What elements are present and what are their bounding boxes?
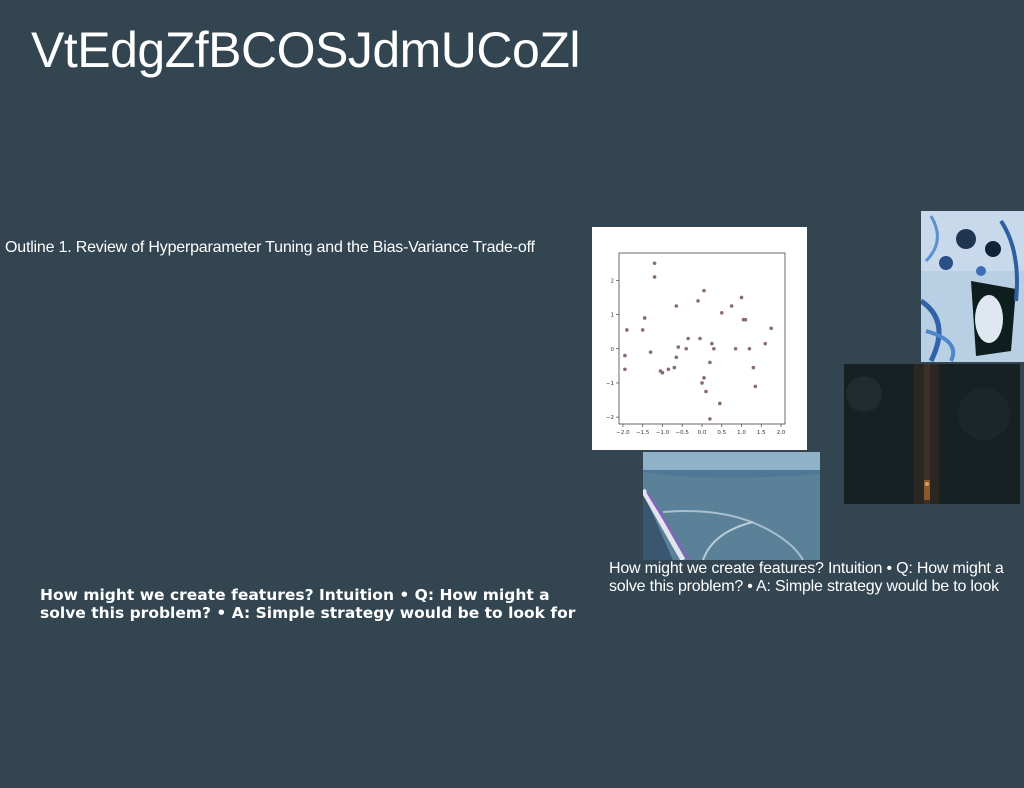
scatter-point [719,311,724,315]
scatter-point [652,275,657,279]
scatter-point [704,389,708,394]
scatter-point [660,370,665,375]
scatter-point [648,350,653,354]
scatter-point [696,299,700,303]
blue-ribbons-photo-art [921,211,1024,362]
y-tick-label: 0 [611,347,615,353]
scatter-plot-image: −2.0 −1.5 −1.0 −0.5 0.0 0.5 1.0 1.5 2.0 −2 −1 0 1 2 [592,227,807,450]
scatter-point [753,384,758,389]
x-tick-label: −0.5 [676,430,690,436]
aerial-landscape-photo-art [643,452,820,560]
scatter-point [698,336,702,341]
scatter-point [708,417,712,421]
x-tick-label: 0.0 [698,430,707,436]
scatter-point [623,367,627,372]
scatter-point [729,304,734,308]
x-tick-label: −1.5 [636,430,650,436]
scatter-point [666,367,671,372]
scatter-point [623,353,627,358]
photo-aerial-landscape [643,452,820,560]
scatter-point [743,317,748,322]
scatter-point [686,336,690,341]
scatter-point [702,288,706,293]
scatter-point [708,360,712,365]
scatter-point [717,401,722,406]
scatter-point [642,316,647,320]
caption-right: How might we create features? Intuition … [609,560,1004,595]
y-tick-label: 1 [611,313,615,319]
scatter-plot: −2.0 −1.5 −1.0 −0.5 0.0 0.5 1.0 1.5 2.0 −2 −1 0 1 2 [606,252,786,436]
night-road-photo-art [844,364,1020,504]
scatter-point [684,346,688,351]
scatter-point [672,365,677,370]
scatter-point [769,326,773,331]
outline-text: Outline 1. Review of Hyperparameter Tuni… [5,239,535,256]
x-tick-label: 1.0 [737,430,746,436]
scatter-point [710,341,714,346]
slide-title: VtEdgZfBCOSJdmUCoZl [31,22,580,78]
photo-night-road [844,364,1020,504]
scatter-point [676,345,681,349]
scatter-point [700,381,704,385]
scatter-point [763,341,768,346]
photo-blue-ribbons [921,211,1024,362]
x-tick-label: −2.0 [616,430,630,436]
scatter-point [652,261,657,266]
scatter-point [640,328,645,332]
x-tick-label: −1.0 [656,430,670,436]
x-tick-label: 2.0 [777,430,786,436]
scatter-point [702,376,706,380]
scatter-point [751,365,756,370]
scatter-point [674,355,679,360]
scatter-point [625,328,629,332]
plot-frame [618,252,786,425]
y-tick-label: 2 [611,278,615,284]
caption-bold: How might we create features? Intuition … [40,586,576,622]
scatter-point [739,295,744,300]
scatter-point [747,346,752,351]
x-tick-label: 0.5 [717,430,726,436]
y-tick-label: −2 [606,415,614,421]
y-tick-label: −1 [606,381,614,387]
scatter-point [733,346,738,351]
x-tick-label: 1.5 [757,430,766,436]
scatter-point [712,346,716,351]
scatter-point [674,304,679,308]
